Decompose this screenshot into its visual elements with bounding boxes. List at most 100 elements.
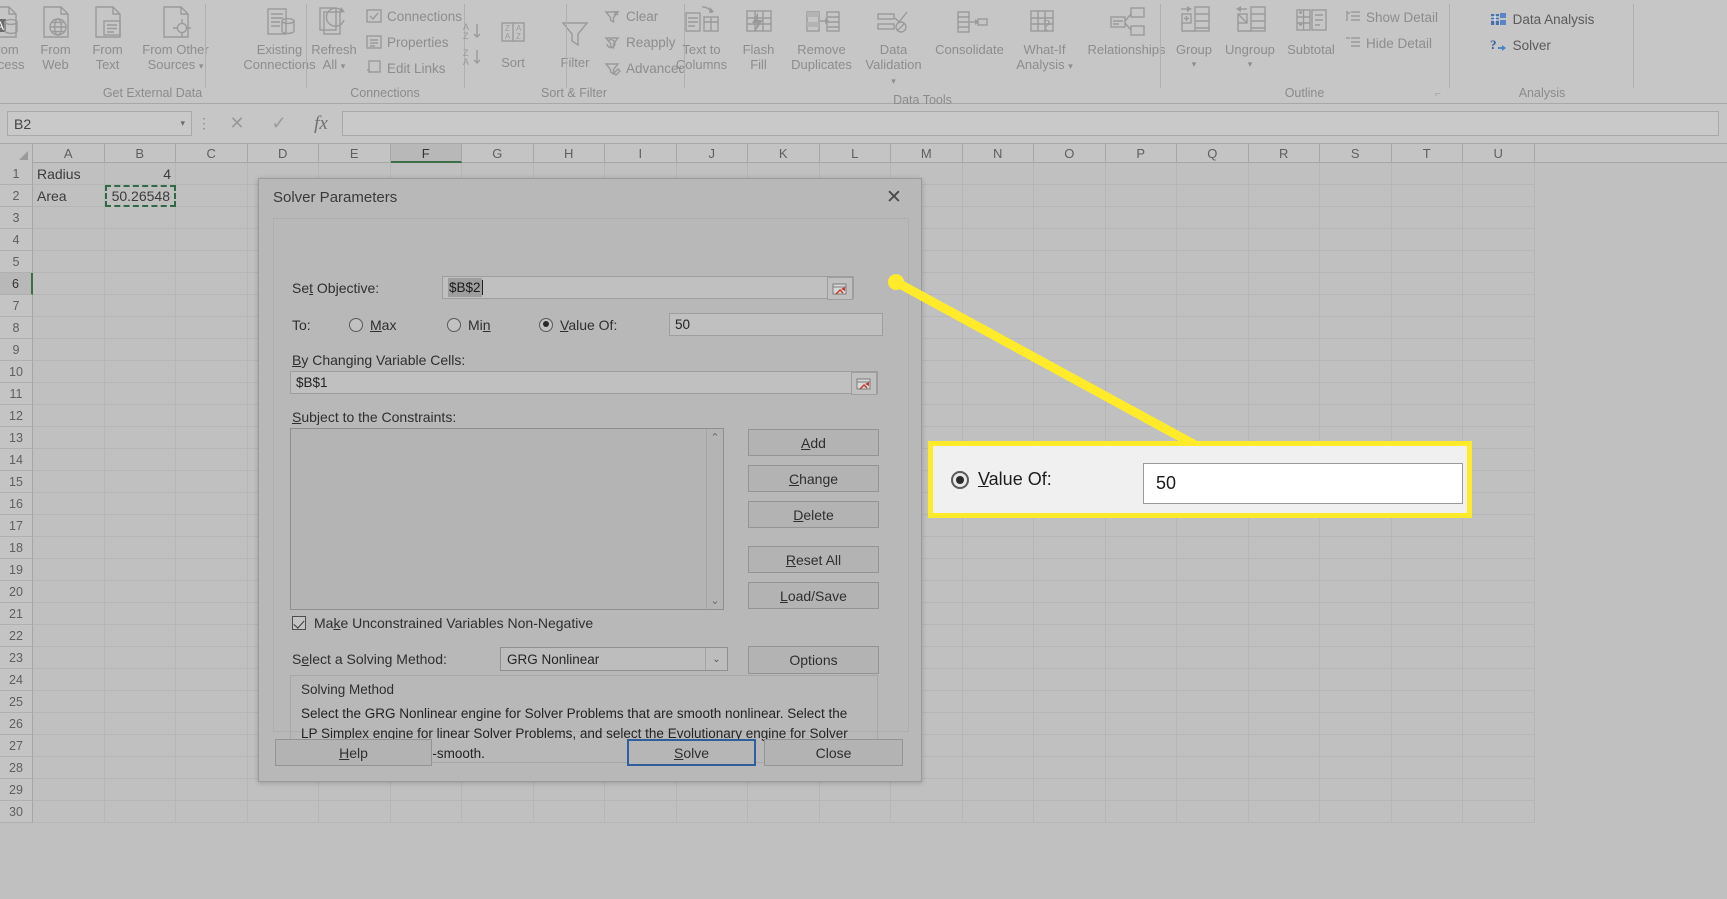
- cell-A17[interactable]: [33, 515, 105, 537]
- cell-R12[interactable]: [1248, 405, 1320, 427]
- cell-P10[interactable]: [1105, 361, 1177, 383]
- column-header-D[interactable]: D: [248, 144, 319, 163]
- cell-R24[interactable]: [1248, 669, 1320, 691]
- cell-O11[interactable]: [1034, 383, 1106, 405]
- cell-N30[interactable]: [962, 801, 1034, 823]
- cell-R6[interactable]: [1248, 273, 1320, 295]
- cell-C19[interactable]: [176, 559, 248, 581]
- cell-F30[interactable]: [390, 801, 462, 823]
- cell-C26[interactable]: [176, 713, 248, 735]
- cell-C2[interactable]: [176, 185, 248, 207]
- cell-O25[interactable]: [1034, 691, 1106, 713]
- cell-B27[interactable]: [104, 735, 176, 757]
- cell-B1[interactable]: 4: [104, 163, 176, 185]
- cell-R7[interactable]: [1248, 295, 1320, 317]
- cell-N12[interactable]: [962, 405, 1034, 427]
- column-header-T[interactable]: T: [1392, 144, 1463, 163]
- cell-C22[interactable]: [176, 625, 248, 647]
- cell-C28[interactable]: [176, 757, 248, 779]
- row-header-23[interactable]: 23: [0, 647, 33, 669]
- cell-R17[interactable]: [1248, 515, 1320, 537]
- range-picker-icon[interactable]: [851, 372, 877, 395]
- cell-N10[interactable]: [962, 361, 1034, 383]
- column-header-K[interactable]: K: [748, 144, 820, 163]
- cell-N21[interactable]: [962, 603, 1034, 625]
- cell-U5[interactable]: [1463, 251, 1535, 273]
- cell-N26[interactable]: [962, 713, 1034, 735]
- cell-T23[interactable]: [1391, 647, 1463, 669]
- insert-function-icon[interactable]: fx: [300, 113, 342, 135]
- cell-C16[interactable]: [176, 493, 248, 515]
- cell-U13[interactable]: [1463, 427, 1535, 449]
- row-header-21[interactable]: 21: [0, 603, 33, 625]
- cell-L30[interactable]: [819, 801, 891, 823]
- row-header-27[interactable]: 27: [0, 735, 33, 757]
- cell-R19[interactable]: [1248, 559, 1320, 581]
- cell-U15[interactable]: [1463, 471, 1535, 493]
- cell-Q1[interactable]: [1177, 163, 1249, 185]
- cell-R11[interactable]: [1248, 383, 1320, 405]
- ribbon-button-sort[interactable]: ZAAZ Sort: [487, 15, 539, 70]
- cell-C10[interactable]: [176, 361, 248, 383]
- column-header-B[interactable]: B: [105, 144, 176, 163]
- cell-A24[interactable]: [33, 669, 105, 691]
- cell-Q21[interactable]: [1177, 603, 1249, 625]
- cell-R26[interactable]: [1248, 713, 1320, 735]
- cell-A18[interactable]: [33, 537, 105, 559]
- cell-S11[interactable]: [1320, 383, 1392, 405]
- cell-Q28[interactable]: [1177, 757, 1249, 779]
- cell-M30[interactable]: [891, 801, 963, 823]
- cell-C18[interactable]: [176, 537, 248, 559]
- cell-P8[interactable]: [1105, 317, 1177, 339]
- cell-Q5[interactable]: [1177, 251, 1249, 273]
- cell-R4[interactable]: [1248, 229, 1320, 251]
- cell-Q29[interactable]: [1177, 779, 1249, 801]
- cell-B29[interactable]: [104, 779, 176, 801]
- cell-U4[interactable]: [1463, 229, 1535, 251]
- row-header-13[interactable]: 13: [0, 427, 33, 449]
- cell-T26[interactable]: [1391, 713, 1463, 735]
- cell-R20[interactable]: [1248, 581, 1320, 603]
- cell-O21[interactable]: [1034, 603, 1106, 625]
- cell-R10[interactable]: [1248, 361, 1320, 383]
- cell-O29[interactable]: [1034, 779, 1106, 801]
- cell-S26[interactable]: [1320, 713, 1392, 735]
- set-objective-input[interactable]: $B$2: [442, 276, 854, 300]
- constraints-scrollbar[interactable]: ⌃ ⌄: [706, 429, 723, 609]
- change-constraint-button[interactable]: Change: [748, 465, 879, 492]
- name-box[interactable]: B2 ▾: [7, 111, 192, 136]
- cell-U20[interactable]: [1463, 581, 1535, 603]
- callout-value-field[interactable]: 50: [1143, 463, 1463, 504]
- row-header-16[interactable]: 16: [0, 493, 33, 515]
- chevron-up-icon[interactable]: ⌃: [707, 429, 724, 446]
- cell-T20[interactable]: [1391, 581, 1463, 603]
- cell-Q2[interactable]: [1177, 185, 1249, 207]
- cell-T28[interactable]: [1391, 757, 1463, 779]
- row-header-30[interactable]: 30: [0, 801, 33, 823]
- load-save-button[interactable]: Load/Save: [748, 582, 879, 609]
- cell-Q25[interactable]: [1177, 691, 1249, 713]
- cell-A3[interactable]: [33, 207, 105, 229]
- cell-B20[interactable]: [104, 581, 176, 603]
- cell-P27[interactable]: [1105, 735, 1177, 757]
- cell-G30[interactable]: [462, 801, 534, 823]
- radio-min[interactable]: Min: [447, 317, 539, 333]
- cell-O19[interactable]: [1034, 559, 1106, 581]
- cell-Q11[interactable]: [1177, 383, 1249, 405]
- cell-N9[interactable]: [962, 339, 1034, 361]
- cell-T6[interactable]: [1391, 273, 1463, 295]
- cell-B19[interactable]: [104, 559, 176, 581]
- cell-T10[interactable]: [1391, 361, 1463, 383]
- cell-R30[interactable]: [1248, 801, 1320, 823]
- row-header-22[interactable]: 22: [0, 625, 33, 647]
- row-header-1[interactable]: 1: [0, 163, 33, 185]
- column-header-M[interactable]: M: [891, 144, 963, 163]
- ribbon-item-connections[interactable]: Connections: [363, 3, 465, 29]
- cell-O1[interactable]: [1034, 163, 1106, 185]
- cell-A15[interactable]: [33, 471, 105, 493]
- cell-T11[interactable]: [1391, 383, 1463, 405]
- cell-S25[interactable]: [1320, 691, 1392, 713]
- cell-U7[interactable]: [1463, 295, 1535, 317]
- cell-U21[interactable]: [1463, 603, 1535, 625]
- cell-N27[interactable]: [962, 735, 1034, 757]
